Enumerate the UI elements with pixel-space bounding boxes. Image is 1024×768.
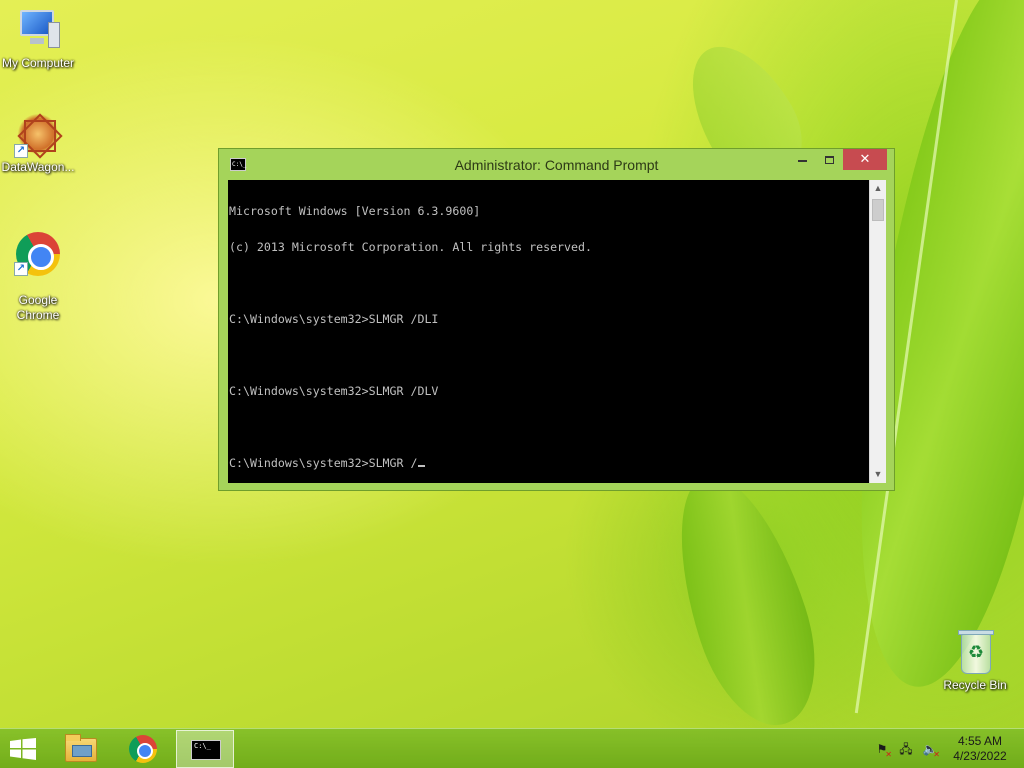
taskbar-command-prompt[interactable]: C:\_ — [176, 730, 234, 768]
network-icon[interactable]: 🖧 — [898, 741, 914, 757]
datawagon-icon: ↗ — [14, 112, 62, 158]
desktop-icon-label: Recycle Bin — [943, 678, 1007, 692]
command-prompt-icon: C:\_ — [191, 740, 221, 760]
wallpaper-leaf-lower — [652, 459, 838, 741]
taskbar-google-chrome[interactable] — [114, 730, 172, 768]
console-output[interactable]: Microsoft Windows [Version 6.3.9600] (c)… — [228, 180, 869, 483]
computer-icon — [14, 8, 62, 54]
recycle-bin-icon — [951, 630, 999, 676]
desktop-icon-label: My Computer — [1, 56, 75, 70]
shortcut-arrow-icon: ↗ — [14, 144, 28, 158]
scroll-thumb[interactable] — [872, 199, 884, 221]
vertical-scrollbar[interactable]: ▲ ▼ — [869, 180, 886, 483]
action-center-flag-icon[interactable]: ⚑ ✕ — [874, 741, 892, 759]
desktop-icon-datawagon[interactable]: ↗ DataWagon... — [0, 112, 76, 175]
text-cursor — [418, 465, 426, 467]
taskbar: C:\_ ⚑ ✕ 🖧 🔈 ✕ 4:55 AM 4/23/2022 — [0, 728, 1024, 768]
desktop-icon-recycle-bin[interactable]: Recycle Bin — [937, 630, 1013, 693]
shortcut-arrow-icon: ↗ — [14, 262, 28, 276]
system-clock[interactable]: 4:55 AM 4/23/2022 — [944, 734, 1016, 764]
command-prompt-window[interactable]: C:\_ Administrator: Command Prompt ✕ Mic… — [218, 148, 895, 491]
console-prompt: C:\Windows\system32>SLMGR / — [229, 456, 418, 470]
scroll-up-arrow-icon[interactable]: ▲ — [870, 180, 886, 197]
window-titlebar[interactable]: C:\_ Administrator: Command Prompt ✕ — [219, 149, 894, 180]
windows-logo-icon — [10, 738, 36, 760]
desktop-icon-google-chrome[interactable]: ↗ Google Chrome — [0, 215, 76, 323]
clock-time: 4:55 AM — [957, 734, 1003, 748]
desktop-icon-my-computer[interactable]: My Computer — [0, 8, 76, 71]
console-input-line[interactable]: C:\Windows\system32>SLMGR / — [229, 457, 868, 469]
console-line: C:\Windows\system32>SLMGR /DLI — [229, 312, 439, 326]
minimize-icon — [797, 159, 807, 162]
maximize-button[interactable] — [816, 149, 842, 170]
chrome-icon: ↗ — [14, 230, 62, 276]
scroll-down-arrow-icon[interactable]: ▼ — [870, 466, 886, 483]
clock-date: 4/23/2022 — [953, 749, 1007, 763]
chrome-icon — [129, 735, 157, 763]
console-line: (c) 2013 Microsoft Corporation. All righ… — [229, 240, 592, 254]
close-button[interactable]: ✕ — [843, 149, 887, 170]
start-button[interactable] — [8, 737, 38, 761]
folder-icon — [65, 734, 97, 762]
console-line: Microsoft Windows [Version 6.3.9600] — [229, 204, 481, 218]
volume-muted-icon[interactable]: 🔈 ✕ — [922, 741, 940, 759]
desktop-icon-label: DataWagon... — [1, 160, 75, 174]
desktop-icon-label: Google Chrome — [16, 293, 60, 322]
console-line: C:\Windows\system32>SLMGR /DLV — [229, 384, 439, 398]
taskbar-file-explorer[interactable] — [52, 730, 110, 768]
maximize-icon — [824, 155, 834, 164]
minimize-button[interactable] — [789, 149, 815, 170]
close-icon: ✕ — [859, 151, 871, 166]
